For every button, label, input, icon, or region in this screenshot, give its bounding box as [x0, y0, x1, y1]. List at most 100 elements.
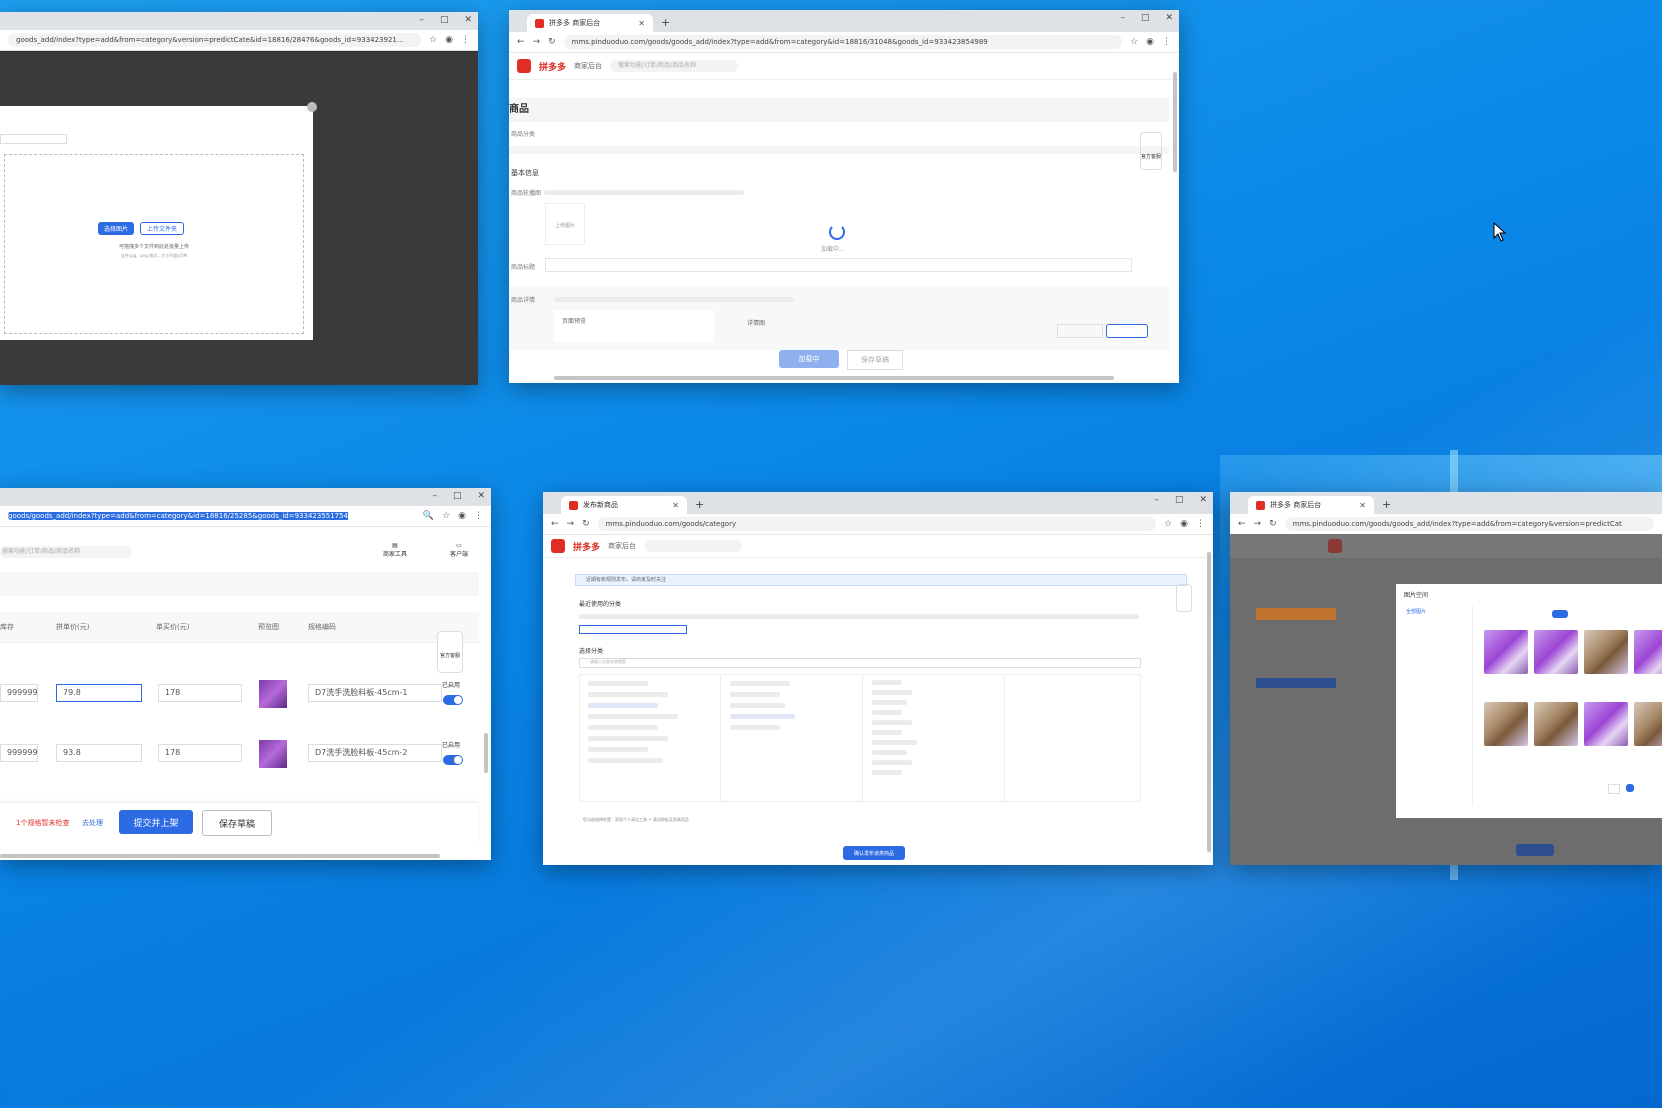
official-service-widget[interactable]: 官方客服	[437, 631, 463, 673]
product-image[interactable]	[1484, 630, 1528, 674]
header-search[interactable]	[644, 540, 743, 552]
new-tab-icon[interactable]: +	[1382, 498, 1391, 511]
blue-button[interactable]	[1256, 678, 1336, 688]
product-image[interactable]	[1534, 702, 1578, 746]
confirm-category-button[interactable]: 确认发布该类商品	[843, 846, 905, 860]
minimize-icon[interactable]: –	[419, 15, 424, 25]
back-icon[interactable]: ←	[1238, 519, 1246, 529]
zoom-icon[interactable]: 🔍	[423, 511, 434, 521]
product-image[interactable]	[1634, 630, 1662, 674]
orange-button[interactable]	[1256, 608, 1336, 620]
browser-window-upload-dialog[interactable]: – □ ✕ goods_add/index?type=add&from=catego…	[0, 12, 478, 385]
back-icon[interactable]: ←	[551, 519, 559, 529]
forward-icon[interactable]: →	[533, 37, 541, 47]
close-icon[interactable]: ✕	[1199, 495, 1207, 505]
profile-icon[interactable]: ◉	[445, 35, 453, 45]
tab-goods-add[interactable]: 拼多多 商家后台 ✕	[527, 14, 653, 32]
header-search[interactable]: 搜索功能/订单/商品/商品名称	[610, 60, 739, 72]
search-button[interactable]	[1552, 610, 1568, 618]
maximize-icon[interactable]: □	[440, 15, 449, 25]
sku-preview-image[interactable]	[259, 740, 287, 768]
select-image-button[interactable]: 选择图片	[98, 222, 134, 235]
browser-window-category[interactable]: 发布新商品 ✕ + – □ ✕ ← → ↻ mms.pinduoduo.com/goo…	[543, 492, 1213, 865]
url-field[interactable]: mms.pinduoduo.com/goods/goods_add/index?…	[563, 35, 1123, 49]
tab-close-icon[interactable]: ✕	[1359, 501, 1366, 510]
profile-icon[interactable]: ◉	[1180, 519, 1188, 529]
vertical-scrollbar[interactable]	[1207, 552, 1211, 852]
upload-image-box[interactable]: 上传图片	[545, 203, 585, 245]
vertical-scrollbar[interactable]	[1173, 72, 1177, 172]
merchant-tools[interactable]: ▤ 商家工具	[380, 542, 410, 558]
product-image[interactable]	[1484, 702, 1528, 746]
reload-icon[interactable]: ↻	[548, 37, 556, 47]
minimize-icon[interactable]: –	[432, 491, 437, 501]
stock-cell[interactable]: 999999	[0, 744, 38, 762]
new-tab-icon[interactable]: +	[695, 498, 704, 511]
local-upload-button[interactable]	[1106, 324, 1148, 338]
title-input[interactable]	[545, 258, 1132, 272]
warning-link[interactable]: 去处理	[82, 818, 103, 828]
star-icon[interactable]: ☆	[1130, 37, 1138, 47]
reload-icon[interactable]: ↻	[582, 519, 590, 529]
new-tab-icon[interactable]: +	[661, 16, 670, 29]
group-price-input[interactable]: 79.8	[56, 684, 142, 702]
sku-preview-image[interactable]	[259, 680, 287, 708]
save-draft-button[interactable]: 保存草稿	[847, 350, 903, 370]
drop-zone[interactable]: 选择图片 上传文件夹 可拖拽多个文件到此处批量上传 支持 jpg、png 格式，…	[4, 154, 304, 334]
enable-toggle[interactable]	[443, 695, 463, 705]
group-price-input[interactable]: 93.8	[56, 744, 142, 762]
horizontal-scrollbar[interactable]	[0, 854, 440, 858]
category-search-input[interactable]: 请输入分类名称搜索	[579, 658, 1141, 668]
folder-tree[interactable]: 全部图片	[1400, 606, 1473, 806]
address-bar[interactable]: goods_add/index?type=add&from=category&v…	[0, 30, 478, 51]
menu-icon[interactable]: ⋮	[1196, 519, 1205, 529]
product-image[interactable]	[1584, 702, 1628, 746]
sku-code-input[interactable]: D7洗手洗脸料板-45cm-1	[308, 684, 442, 702]
minimize-icon[interactable]: –	[1154, 495, 1159, 505]
pagination-prev[interactable]	[1608, 784, 1620, 794]
official-service-widget[interactable]	[1176, 584, 1192, 612]
product-image[interactable]	[1534, 630, 1578, 674]
dialog-close-icon[interactable]	[307, 102, 317, 112]
sku-code-input[interactable]: D7洗手洗脸料板-45cm-2	[308, 744, 442, 762]
upload-folder-button[interactable]: 上传文件夹	[140, 222, 184, 235]
image-space-button[interactable]	[1057, 324, 1103, 338]
submit-button[interactable]: 提交并上架	[119, 810, 193, 834]
close-icon[interactable]: ✕	[1165, 13, 1173, 23]
maximize-icon[interactable]: □	[1141, 13, 1150, 23]
product-image[interactable]	[1584, 630, 1628, 674]
close-icon[interactable]: ✕	[464, 15, 472, 25]
tab-close-icon[interactable]: ✕	[638, 19, 645, 28]
menu-icon[interactable]: ⋮	[1162, 37, 1171, 47]
tab-close-icon[interactable]: ✕	[672, 501, 679, 510]
enable-toggle[interactable]	[443, 755, 463, 765]
forward-icon[interactable]: →	[1254, 519, 1262, 529]
browser-window-sku-table[interactable]: – □ ✕ goods/goods_add/index?type=add&from=…	[0, 488, 491, 860]
star-icon[interactable]: ☆	[429, 35, 437, 45]
client-download[interactable]: ▭ 客户端	[445, 542, 473, 558]
menu-icon[interactable]: ⋮	[474, 511, 483, 521]
recent-categories[interactable]	[579, 614, 1139, 619]
header-search[interactable]: 搜索功能/订单/商品/商品名称	[0, 546, 132, 558]
reload-icon[interactable]: ↻	[1269, 519, 1277, 529]
category-column-3[interactable]	[864, 675, 1005, 801]
url-field[interactable]: goods_add/index?type=add&from=category&v…	[8, 33, 422, 47]
category-column-1[interactable]	[580, 675, 721, 801]
single-price-input[interactable]: 178	[158, 744, 242, 762]
forward-icon[interactable]: →	[567, 519, 575, 529]
stock-cell[interactable]: 999999	[0, 684, 38, 702]
star-icon[interactable]: ☆	[1164, 519, 1172, 529]
folder-select[interactable]	[0, 134, 67, 144]
pagination-current[interactable]	[1626, 784, 1634, 792]
all-images-tab[interactable]: 全部图片	[1406, 608, 1426, 615]
address-bar[interactable]: ← → ↻ mms.pinduoduo.com/goods/goods_add/…	[1230, 514, 1662, 535]
url-field[interactable]: mms.pinduoduo.com/goods/goods_add/index?…	[1284, 517, 1654, 531]
maximize-icon[interactable]: □	[453, 491, 462, 501]
minimize-icon[interactable]: –	[1120, 13, 1125, 23]
address-bar[interactable]: ← → ↻ mms.pinduoduo.com/goods/goods_add/…	[509, 32, 1179, 53]
horizontal-scrollbar[interactable]	[554, 376, 1114, 380]
address-bar[interactable]: goods/goods_add/index?type=add&from=cate…	[0, 506, 491, 527]
browser-window-goods-add[interactable]: 拼多多 商家后台 ✕ + – □ ✕ ← → ↻ mms.pinduoduo.com/…	[509, 10, 1179, 383]
submit-button-dimmed[interactable]	[1516, 844, 1554, 856]
vertical-scrollbar[interactable]	[484, 733, 488, 773]
